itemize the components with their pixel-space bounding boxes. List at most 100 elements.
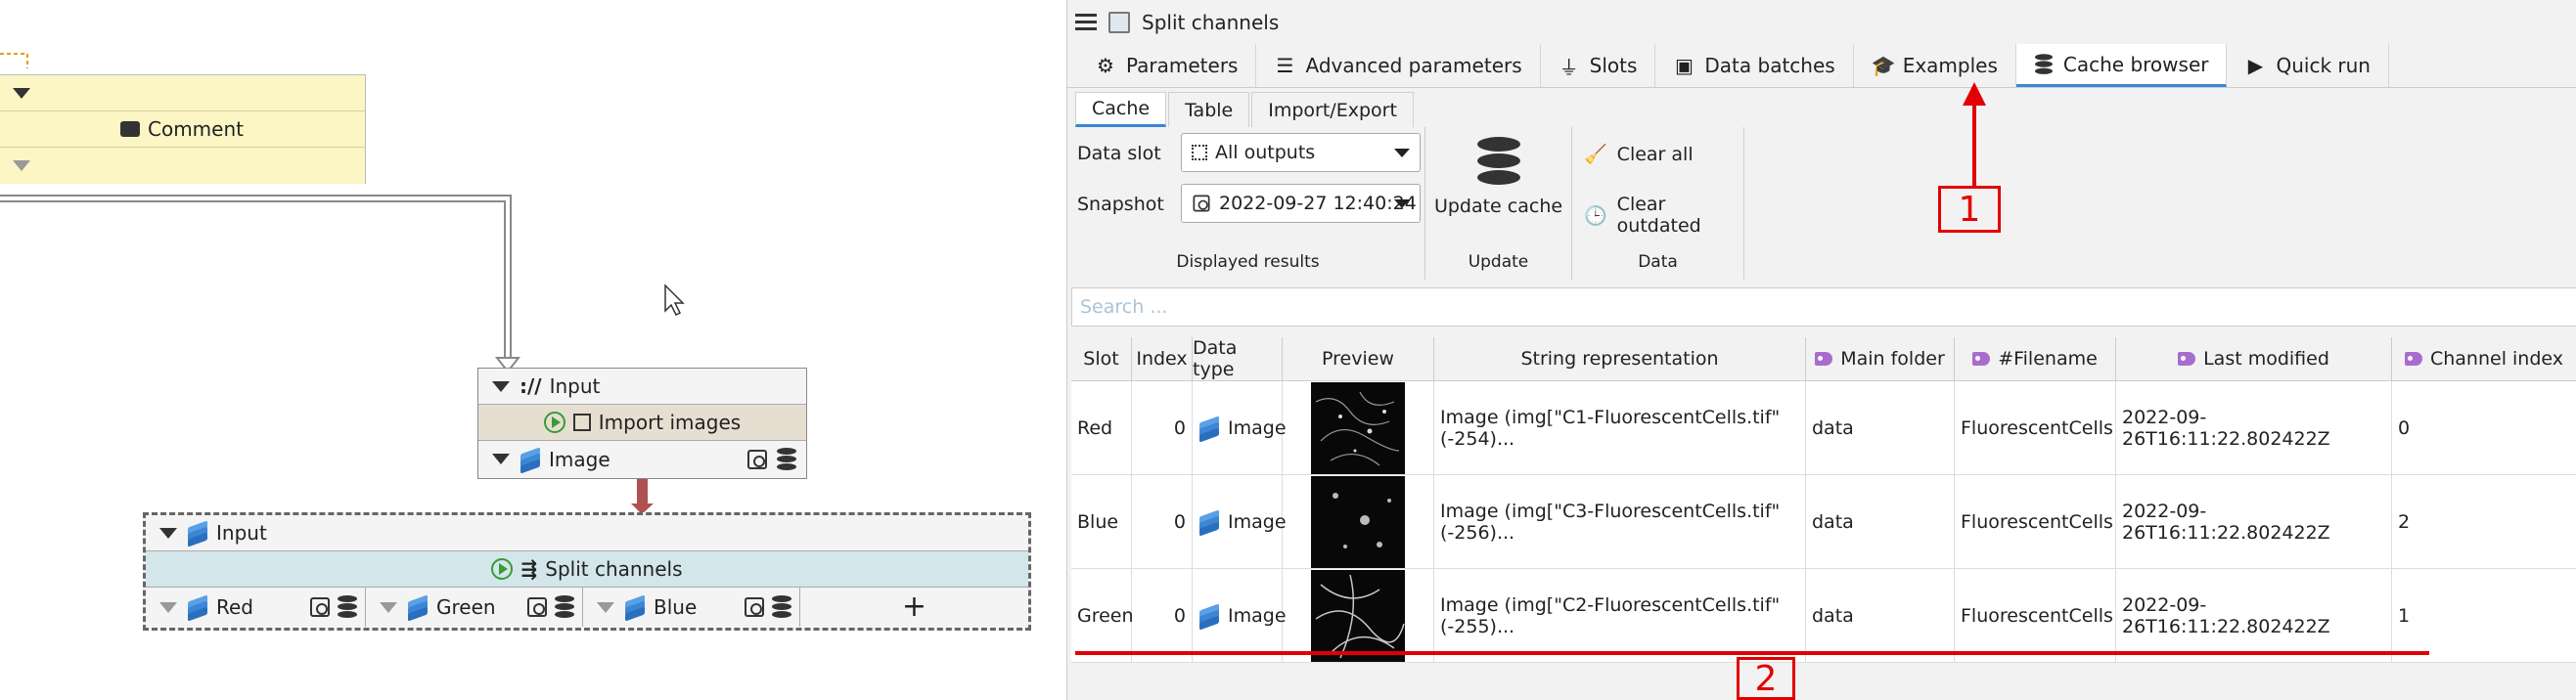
add-output-button[interactable]: + xyxy=(800,589,1028,626)
data-type-label: Image xyxy=(1228,510,1287,533)
snapshot-icon[interactable] xyxy=(527,597,547,617)
cell-filename: FluorescentCells xyxy=(1955,569,2116,662)
output-slot-label: Red xyxy=(216,595,253,619)
cell-last-modified: 2022-09-26T16:11:22.802422Z xyxy=(2116,569,2392,662)
data-slot-dropdown[interactable]: All outputs xyxy=(1181,133,1421,172)
group-title: Data xyxy=(1638,252,1678,272)
batch-icon: ▣ xyxy=(1674,54,1694,77)
col-channel-index[interactable]: Channel index xyxy=(2392,337,2576,380)
tab-slots[interactable]: ⏚ Slots xyxy=(1540,44,1656,87)
output-slot-red[interactable]: Red xyxy=(146,588,366,627)
collapse-arrow-icon[interactable] xyxy=(492,380,510,392)
group-title: Update xyxy=(1468,252,1529,272)
table-row[interactable]: Blue 0 Image Image (img["C3-FluorescentC… xyxy=(1071,475,2576,569)
search-input[interactable]: Search ... xyxy=(1071,287,2576,327)
output-slot-blue[interactable]: Blue xyxy=(583,588,800,627)
cache-icon[interactable] xyxy=(772,595,791,619)
data-slot-label: Data slot xyxy=(1077,143,1161,164)
col-last-modified[interactable]: Last modified xyxy=(2116,337,2392,380)
col-label: #Filename xyxy=(1998,348,2098,370)
snapshot-dropdown[interactable]: 2022-09-27 12:40:24 xyxy=(1181,184,1421,223)
update-cache-button[interactable]: Update cache xyxy=(1425,137,1571,217)
run-icon[interactable] xyxy=(543,412,565,433)
graph-canvas[interactable]: Comment :// Input Import images Image In… xyxy=(0,0,1066,700)
table-row[interactable]: Red 0 Image Image (img["C1-FluorescentCe… xyxy=(1071,381,2576,475)
col-slot[interactable]: Slot xyxy=(1071,337,1132,380)
cell-index: 0 xyxy=(1132,569,1193,662)
update-cache-label: Update cache xyxy=(1433,196,1563,217)
collapse-arrow-icon[interactable] xyxy=(13,160,30,171)
subtab-cache[interactable]: Cache xyxy=(1075,92,1167,127)
collapse-arrow-icon[interactable] xyxy=(159,527,177,539)
split-channels-node[interactable]: Input ⇶ Split channels Red Green Blue + xyxy=(143,512,1031,631)
output-slot-label: Green xyxy=(436,595,496,619)
output-slot-green[interactable]: Green xyxy=(366,588,583,627)
data-group: 🧹 Clear all 🕒 Clear outdated Data xyxy=(1572,127,1744,280)
subtab-import-export[interactable]: Import/Export xyxy=(1251,92,1414,127)
col-main-folder[interactable]: Main folder xyxy=(1806,337,1955,380)
cell-preview[interactable] xyxy=(1283,475,1434,568)
cell-preview[interactable] xyxy=(1283,381,1434,474)
node-title: Split channels xyxy=(545,557,683,581)
tab-data-batches[interactable]: ▣ Data batches xyxy=(1655,44,1854,87)
properties-panel: Split channels ⚙ Parameters ☰ Advanced par… xyxy=(1066,0,2576,700)
tab-quick-run[interactable]: ▶ Quick run xyxy=(2227,44,2389,87)
cache-icon[interactable] xyxy=(777,447,796,471)
database-icon xyxy=(1476,137,1520,186)
preview-thumbnail[interactable] xyxy=(1311,569,1405,662)
collapse-arrow-icon[interactable] xyxy=(159,601,177,613)
data-type-label: Image xyxy=(1228,416,1287,439)
collapse-arrow-icon[interactable] xyxy=(13,87,30,99)
collapse-arrow-icon[interactable] xyxy=(380,601,397,613)
run-icon[interactable] xyxy=(491,558,514,580)
displayed-results-group: Data slot All outputs Snapshot 2022-09-2… xyxy=(1071,127,1425,280)
tab-examples[interactable]: 🎓 Examples xyxy=(1853,44,2016,87)
clear-outdated-button[interactable]: 🕒 Clear outdated xyxy=(1584,194,1743,237)
gear-icon: ⚙ xyxy=(1097,54,1114,77)
cell-filename: FluorescentCells xyxy=(1955,475,2116,568)
cache-icon[interactable] xyxy=(555,595,574,619)
subtab-table[interactable]: Table xyxy=(1168,92,1250,127)
cell-string-representation: Image (img["C2-FluorescentCells.tif" (-2… xyxy=(1434,569,1806,662)
table-row[interactable]: Green 0 Image Image (img["C2-Fluorescent… xyxy=(1071,569,2576,663)
tab-label: Data batches xyxy=(1704,54,1835,77)
comment-icon xyxy=(120,121,140,137)
annotation-label-2: 2 xyxy=(1737,657,1795,700)
tab-advanced-parameters[interactable]: ☰ Advanced parameters xyxy=(1256,44,1541,87)
grid-icon xyxy=(1192,145,1207,160)
preview-thumbnail[interactable] xyxy=(1311,475,1405,568)
tab-cache-browser[interactable]: Cache browser xyxy=(2015,44,2228,87)
collapse-arrow-icon[interactable] xyxy=(492,454,510,464)
snapshot-icon[interactable] xyxy=(745,597,764,617)
cache-icon[interactable] xyxy=(338,595,357,619)
cell-preview[interactable] xyxy=(1283,569,1434,662)
clear-outdated-label: Clear outdated xyxy=(1616,194,1701,237)
cache-subtabs: Cache Table Import/Export xyxy=(1067,88,2576,127)
preview-thumbnail[interactable] xyxy=(1311,381,1405,474)
tab-label: Quick run xyxy=(2276,54,2371,77)
col-label: Slot xyxy=(1083,348,1119,370)
chevron-down-icon xyxy=(1394,149,1410,157)
col-filename[interactable]: #Filename xyxy=(1955,337,2116,380)
comment-node[interactable]: Comment xyxy=(0,74,366,184)
image-type-icon xyxy=(187,594,208,622)
import-images-node[interactable]: :// Input Import images Image xyxy=(477,368,807,479)
col-index[interactable]: Index xyxy=(1132,337,1193,380)
menu-icon[interactable] xyxy=(1075,14,1097,31)
node-type-icon xyxy=(1108,12,1130,33)
image-type-icon xyxy=(407,594,429,622)
collapse-arrow-icon[interactable] xyxy=(597,601,614,613)
image-type-icon xyxy=(624,594,646,622)
snapshot-icon[interactable] xyxy=(310,597,330,617)
col-string-representation[interactable]: String representation xyxy=(1434,337,1806,380)
tab-parameters[interactable]: ⚙ Parameters xyxy=(1077,44,1257,87)
cell-string-representation: Image (img["C1-FluorescentCells.tif" (-2… xyxy=(1434,381,1806,474)
output-slot-label: Blue xyxy=(654,595,698,619)
clear-all-button[interactable]: 🧹 Clear all xyxy=(1584,143,1694,166)
cell-filename: FluorescentCells xyxy=(1955,381,2116,474)
col-label: Preview xyxy=(1322,348,1394,370)
col-preview[interactable]: Preview xyxy=(1283,337,1434,380)
col-data-type[interactable]: Data type xyxy=(1193,337,1283,380)
snapshot-icon[interactable] xyxy=(747,449,767,469)
node-title: Import images xyxy=(598,411,742,434)
